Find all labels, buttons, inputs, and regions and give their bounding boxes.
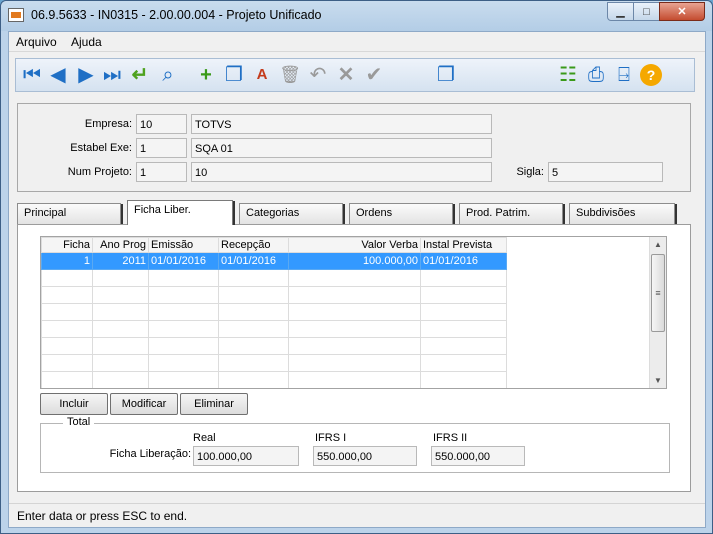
window-title: 06.9.5633 - IN0315 - 2.00.00.004 - Proje…: [31, 8, 322, 22]
copy-record-icon[interactable]: ❐: [222, 63, 246, 87]
header-valor-verba[interactable]: Valor Verba: [288, 237, 421, 253]
scroll-up-icon[interactable]: ▲: [650, 237, 666, 252]
grid-scrollbar[interactable]: ▲ ≡ ▼: [649, 237, 666, 388]
scroll-thumb[interactable]: ≡: [651, 254, 665, 332]
tab-categorias[interactable]: Categorias: [239, 203, 345, 224]
real-label: Real: [193, 432, 216, 444]
cell-valor-verba: 100.000,00: [288, 252, 421, 270]
fichas-grid[interactable]: Ficha Ano Prog Emissão Recepção Valor Ve…: [40, 236, 667, 389]
projeto-code-field[interactable]: 1: [136, 162, 187, 182]
tree-icon[interactable]: ☷: [556, 63, 580, 87]
empresa-code-field[interactable]: 10: [136, 114, 187, 134]
header-ano-prog[interactable]: Ano Prog: [92, 237, 149, 253]
windows-icon[interactable]: ❐: [434, 63, 458, 87]
status-bar: Enter data or press ESC to end.: [9, 503, 705, 527]
sigla-label: Sigla:: [516, 166, 544, 178]
tab-ordens[interactable]: Ordens: [349, 203, 455, 224]
cell-recepcao: 01/01/2016: [218, 252, 289, 270]
modificar-button[interactable]: Modificar: [110, 393, 178, 415]
menu-ajuda[interactable]: Ajuda: [71, 35, 102, 49]
total-group: Total Ficha Liberação: Real 100.000,00 I…: [40, 416, 670, 473]
menu-arquivo[interactable]: Arquivo: [16, 35, 57, 49]
cell-emissao: 01/01/2016: [148, 252, 219, 270]
estabel-name-field: SQA 01: [191, 138, 492, 158]
grid-table: Ficha Ano Prog Emissão Recepção Valor Ve…: [41, 237, 507, 388]
maximize-button[interactable]: □: [633, 2, 660, 21]
menu-bar: Arquivo Ajuda: [9, 32, 705, 52]
close-button[interactable]: ✕: [659, 2, 705, 21]
print-icon[interactable]: ⎙: [584, 63, 608, 87]
search-icon[interactable]: ⌕: [156, 63, 180, 87]
tab-ficha-liber[interactable]: Ficha Liber.: [127, 200, 235, 225]
header-ficha[interactable]: Ficha: [41, 237, 93, 253]
header-instal-prevista[interactable]: Instal Prevista: [420, 237, 507, 253]
title-bar[interactable]: 06.9.5633 - IN0315 - 2.00.00.004 - Proje…: [1, 1, 712, 31]
cell-ficha: 1: [41, 252, 93, 270]
toolbar: ⏮ ◀ ▶ ⏭ ↵ ⌕ + ❐ A 🗑 ↶ ✕ ✔ ❐ ☷ ⎙ ⍈ ?: [15, 58, 695, 92]
header-form: Empresa: 10 TOTVS Estabel Exe: 1 SQA 01 …: [17, 103, 691, 192]
first-record-icon[interactable]: ⏮: [20, 63, 44, 87]
edit-record-icon[interactable]: A: [250, 63, 274, 87]
eliminar-button[interactable]: Eliminar: [180, 393, 248, 415]
app-window: 06.9.5633 - IN0315 - 2.00.00.004 - Proje…: [0, 0, 713, 534]
scroll-down-icon[interactable]: ▼: [650, 373, 666, 388]
ficha-liber-panel: Ficha Ano Prog Emissão Recepção Valor Ve…: [17, 224, 691, 492]
empresa-label: Empresa:: [84, 118, 132, 130]
tab-principal[interactable]: Principal: [17, 203, 123, 224]
projeto-name-field: 10: [191, 162, 492, 182]
table-row[interactable]: [41, 269, 507, 287]
table-row[interactable]: [41, 337, 507, 355]
table-row[interactable]: [41, 320, 507, 338]
cell-ano-prog: 2011: [92, 252, 149, 270]
table-row[interactable]: [41, 303, 507, 321]
real-total-field: 100.000,00: [193, 446, 299, 466]
app-icon: [8, 8, 24, 22]
tab-prod-patrim[interactable]: Prod. Patrim.: [459, 203, 565, 224]
cancel-icon[interactable]: ✕: [334, 63, 358, 87]
add-record-icon[interactable]: +: [194, 63, 218, 87]
incluir-button[interactable]: Incluir: [40, 393, 108, 415]
table-row[interactable]: 1 2011 01/01/2016 01/01/2016 100.000,00 …: [41, 252, 507, 270]
ficha-liberacao-label: Ficha Liberação:: [109, 448, 191, 460]
ifrs-ii-total-field: 550.000,00: [431, 446, 525, 466]
grid-header-row: Ficha Ano Prog Emissão Recepção Valor Ve…: [41, 237, 507, 253]
ifrs-ii-label: IFRS II: [433, 432, 468, 444]
table-row[interactable]: [41, 371, 507, 388]
estabel-label: Estabel Exe:: [70, 142, 132, 154]
confirm-icon[interactable]: ✔: [362, 63, 386, 87]
previous-record-icon[interactable]: ◀: [46, 63, 70, 87]
table-row[interactable]: [41, 286, 507, 304]
status-message: Enter data or press ESC to end.: [17, 509, 188, 523]
total-title: Total: [63, 416, 95, 428]
help-icon[interactable]: ?: [640, 64, 662, 86]
tab-subdivisoes[interactable]: Subdivisões: [569, 203, 677, 224]
next-record-icon[interactable]: ▶: [74, 63, 98, 87]
estabel-code-field[interactable]: 1: [136, 138, 187, 158]
delete-record-icon[interactable]: 🗑: [278, 63, 302, 87]
header-emissao[interactable]: Emissão: [148, 237, 219, 253]
ifrs-i-total-field: 550.000,00: [313, 446, 417, 466]
window-controls: ▁ □ ✕: [607, 2, 705, 21]
client-area: Arquivo Ajuda ⏮ ◀ ▶ ⏭ ↵ ⌕ + ❐ A 🗑 ↶ ✕ ✔ …: [8, 31, 706, 528]
table-row[interactable]: [41, 354, 507, 372]
last-record-icon[interactable]: ⏭: [100, 63, 124, 87]
header-recepcao[interactable]: Recepção: [218, 237, 289, 253]
empresa-name-field: TOTVS: [191, 114, 492, 134]
minimize-button[interactable]: ▁: [607, 2, 634, 21]
tab-strip: Principal Ficha Liber. Categorias Ordens…: [17, 200, 697, 225]
exit-icon[interactable]: ⍈: [612, 63, 636, 87]
cell-instal-prevista: 01/01/2016: [420, 252, 507, 270]
ifrs-i-label: IFRS I: [315, 432, 347, 444]
undo-icon[interactable]: ↶: [306, 63, 330, 87]
goto-icon[interactable]: ↵: [128, 63, 152, 87]
sigla-field[interactable]: 5: [548, 162, 663, 182]
projeto-label: Num Projeto:: [67, 166, 132, 178]
